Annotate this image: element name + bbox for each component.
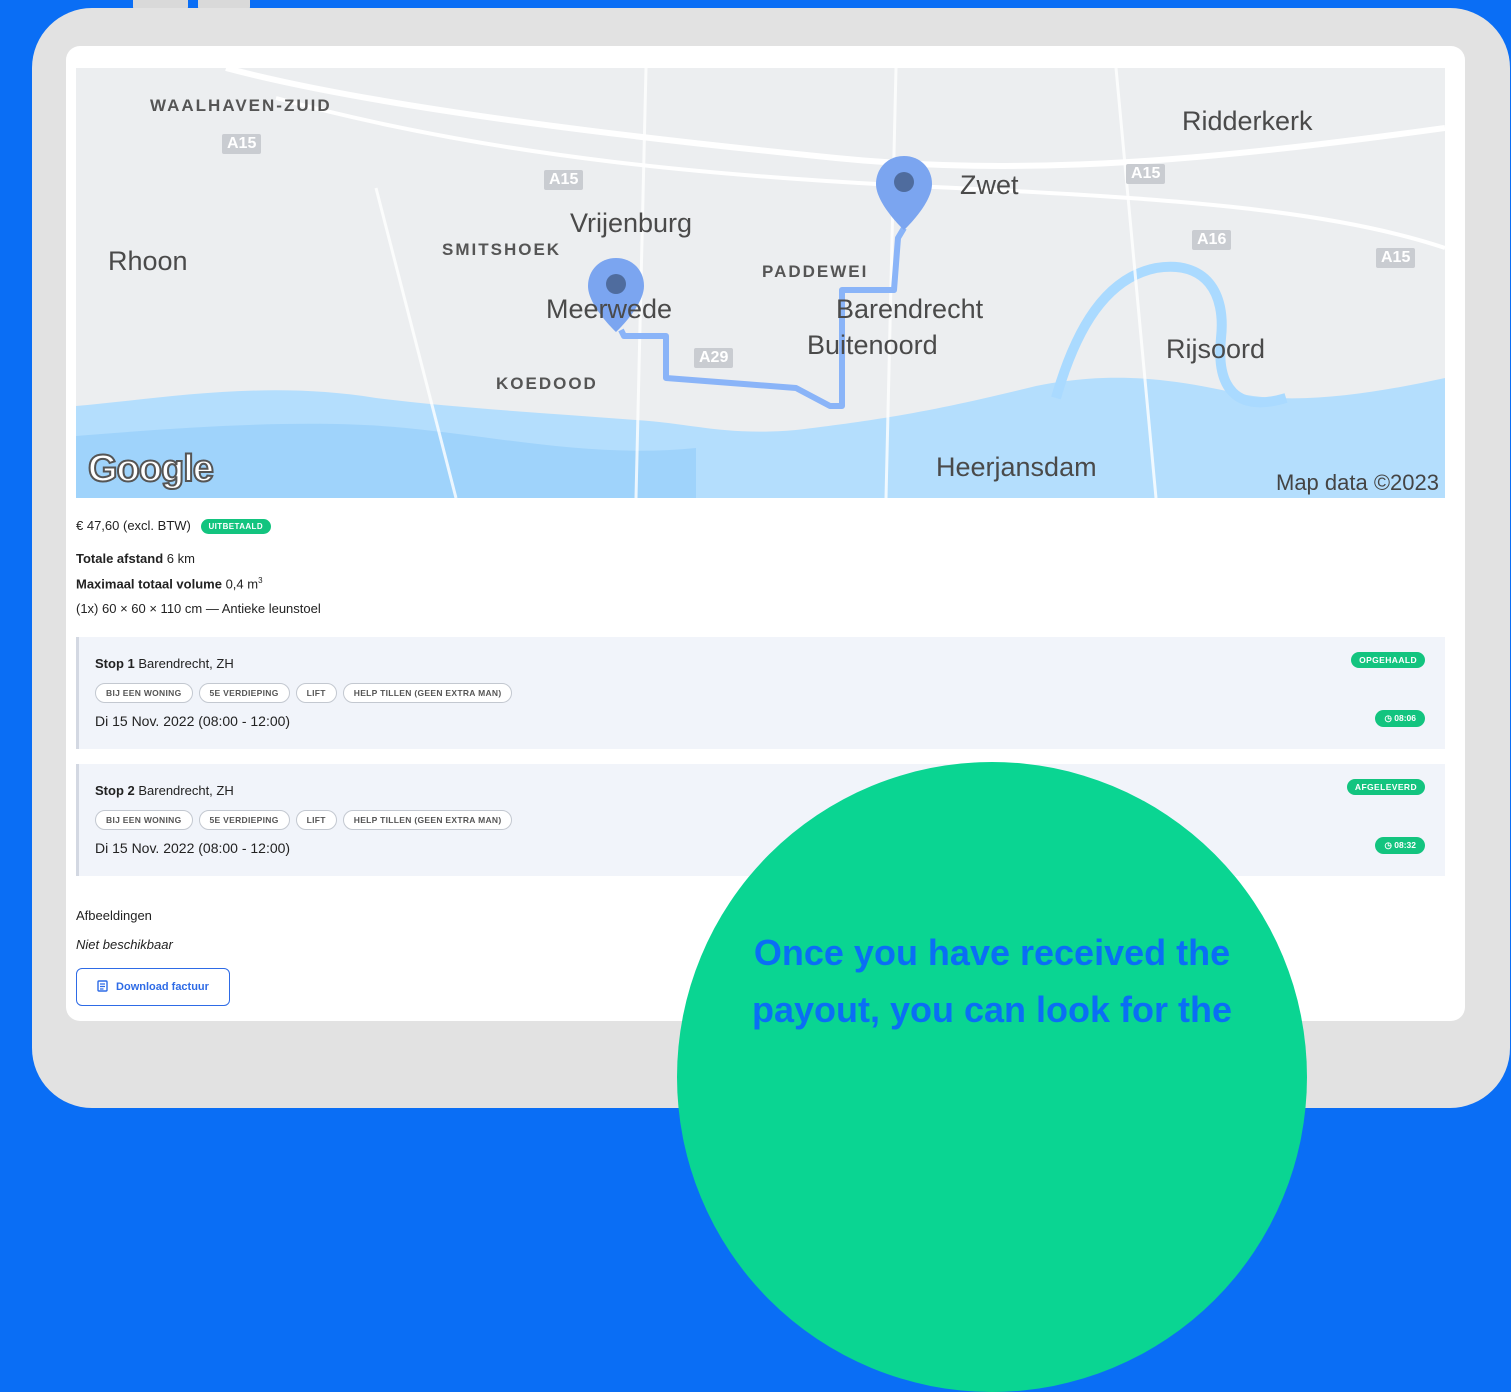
road-shield-a29: A29 [694,348,734,368]
route-map[interactable]: WAALHAVEN-ZUID Ridderkerk Zwet Vrijenbur… [76,68,1445,498]
map-label-heerjansdam: Heerjansdam [936,452,1097,482]
distance-label: Totale afstand [76,551,164,566]
stop-date: Di 15 Nov. 2022 (08:00 - 12:00) [95,713,291,729]
download-label: Download factuur [116,981,209,993]
callout-line-1: Once you have received the [753,932,1231,973]
tag-lift: LIFT [295,810,337,830]
item-description: (1x) 60 × 60 × 110 cm — Antieke leunstoe… [76,601,321,616]
distance-value: 6 km [166,551,195,566]
map-label-paddewei: PADDEWEI [762,262,869,281]
road-shield-a15: A15 [222,134,262,154]
time-value: 08:06 [1394,713,1416,723]
images-title: Afbeeldingen [76,908,152,923]
paid-badge: UITBETAALD [200,519,272,535]
document-icon [97,979,108,995]
tag-verdieping: 5E VERDIEPING [198,683,290,703]
google-logo: Google [87,447,215,491]
road-shield-a15: A15 [1376,248,1416,268]
distance-row: Totale afstand 6 km [76,551,195,566]
map-label-smitshoek: SMITSHOEK [442,240,562,259]
map-pin-end[interactable] [876,156,932,230]
map-label-waalhaven: WAALHAVEN-ZUID [150,96,332,115]
callout-line-2: payout, you can look for the [751,989,1233,1030]
map-credit: Map data ©2023 [1276,470,1439,495]
price-row: € 47,60 (excl. BTW) UITBETAALD [76,518,272,535]
stop-title: Stop 1 Barendrecht, ZH [95,656,234,671]
volume-value: 0,4 m [225,576,259,592]
tag-help-tillen: HELP TILLEN (GEEN EXTRA MAN) [342,810,513,830]
clock-icon: ◷ [1384,713,1392,723]
stop-date: Di 15 Nov. 2022 (08:00 - 12:00) [95,840,291,856]
road-shield-a15: A15 [1126,164,1166,184]
tag-woning: BIJ EEN WONING [95,810,193,830]
callout-bubble: Once you have received the payout, you c… [677,762,1307,1392]
map-label-barendrecht: Barendrecht [836,294,984,324]
stop-tags: BIJ EEN WONING 5E VERDIEPING LIFT HELP T… [95,810,513,830]
time-badge: ◷ 08:32 [1375,837,1425,854]
stop-place: Barendrecht, ZH [138,656,234,671]
tag-woning: BIJ EEN WONING [95,683,193,703]
map-label-ridderkerk: Ridderkerk [1182,106,1313,136]
map-label-zwet: Zwet [960,170,1019,200]
tag-lift: LIFT [295,683,337,703]
tag-help-tillen: HELP TILLEN (GEEN EXTRA MAN) [342,683,513,703]
road-shield-a16: A16 [1192,230,1232,250]
road-shield-a15: A15 [544,170,584,190]
volume-unit-superscript: 3 [258,576,263,585]
map-label-meerwede: Meerwede [546,294,673,324]
volume-row: Maximaal totaal volume 0,4 m3 [76,576,263,591]
status-badge: OPGEHAALD [1351,652,1425,668]
images-value: Niet beschikbaar [76,937,173,952]
stop-card-1[interactable]: Stop 1 Barendrecht, ZH BIJ EEN WONING 5E… [76,637,1445,749]
callout-text: Once you have received the payout, you c… [677,924,1307,1038]
map-label-vrijenburg: Vrijenburg [570,208,693,238]
stop-place: Barendrecht, ZH [138,783,234,798]
time-badge: ◷ 08:06 [1375,710,1425,727]
map-label-rijsoord: Rijsoord [1166,334,1266,364]
stop-tags: BIJ EEN WONING 5E VERDIEPING LIFT HELP T… [95,683,513,703]
status-badge: AFGELEVERD [1346,779,1425,795]
stop-label: Stop 1 [95,656,135,671]
map-label-rhoon: Rhoon [108,246,188,276]
stop-title: Stop 2 Barendrecht, ZH [95,783,234,798]
download-invoice-button[interactable]: Download factuur [76,968,230,1006]
map-label-buitenoord: Buitenoord [807,330,938,360]
stop-card-2[interactable]: Stop 2 Barendrecht, ZH BIJ EEN WONING 5E… [76,764,1445,876]
volume-label: Maximaal totaal volume [76,576,222,592]
map-label-koedood: KOEDOOD [496,374,598,393]
time-value: 08:32 [1394,840,1416,850]
tag-verdieping: 5E VERDIEPING [198,810,290,830]
price: € 47,60 (excl. BTW) [76,518,191,533]
clock-icon: ◷ [1384,840,1392,850]
stop-label: Stop 2 [95,783,135,798]
